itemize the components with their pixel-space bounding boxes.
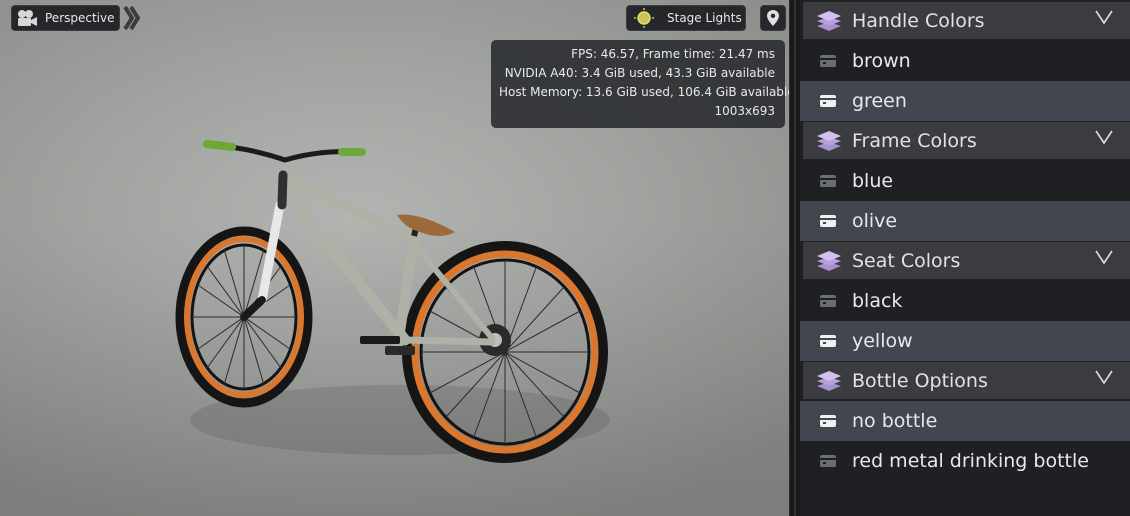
variant-icon xyxy=(820,175,836,187)
splitter-handle[interactable] xyxy=(794,0,796,516)
option-row-blue[interactable]: blue xyxy=(800,161,1130,201)
option-row-yellow[interactable]: yellow xyxy=(800,321,1130,361)
resolution-stat: 1003x693 xyxy=(714,104,775,118)
chevron-down-icon[interactable] xyxy=(1095,10,1113,24)
layers-icon xyxy=(817,10,841,31)
camera-perspective-label: Perspective xyxy=(45,11,115,25)
camera-icon xyxy=(18,10,37,26)
option-row-green[interactable]: green xyxy=(800,81,1130,121)
double-chevron-right-icon xyxy=(123,5,140,31)
map-pin-icon xyxy=(767,10,779,26)
expand-toolbar-button[interactable] xyxy=(122,5,142,31)
option-label: brown xyxy=(852,50,911,72)
option-label: no bottle xyxy=(852,410,938,432)
stage-lights-label: Stage Lights xyxy=(667,11,742,25)
chevron-down-icon[interactable] xyxy=(1095,370,1113,384)
3d-viewport[interactable]: Perspective Stage Lights FPS: 46.57, Fra… xyxy=(0,0,789,516)
sun-icon xyxy=(634,8,654,28)
option-label: red metal drinking bottle xyxy=(852,450,1089,472)
variant-options-panel: Handle Colors brown green Frame Colors b… xyxy=(800,0,1130,516)
layers-icon xyxy=(817,370,841,391)
group-title: Handle Colors xyxy=(852,9,985,32)
layers-icon xyxy=(817,130,841,151)
variant-icon xyxy=(820,295,836,307)
camera-perspective-button[interactable]: Perspective xyxy=(11,5,120,31)
performance-stats-overlay: FPS: 46.57, Frame time: 21.47 ms NVIDIA … xyxy=(491,40,789,128)
variant-icon xyxy=(820,455,836,467)
location-pin-button[interactable] xyxy=(760,5,786,31)
host-memory-stat: Host Memory: 13.6 GiB used, 106.4 GiB av… xyxy=(499,85,789,99)
group-title: Seat Colors xyxy=(852,249,961,272)
option-row-black[interactable]: black xyxy=(800,281,1130,321)
group-header-bottle-options[interactable]: Bottle Options xyxy=(803,362,1130,399)
option-label: blue xyxy=(852,170,894,192)
option-row-brown[interactable]: brown xyxy=(800,41,1130,81)
option-row-olive[interactable]: olive xyxy=(800,201,1130,241)
variant-icon xyxy=(820,215,836,227)
variant-icon xyxy=(820,95,836,107)
option-label: black xyxy=(852,290,903,312)
variant-icon xyxy=(820,335,836,347)
option-label: yellow xyxy=(852,330,913,352)
group-title: Bottle Options xyxy=(852,369,988,392)
group-title: Frame Colors xyxy=(852,129,977,152)
option-row-no-bottle[interactable]: no bottle xyxy=(800,401,1130,441)
panel-splitter[interactable] xyxy=(789,0,800,516)
gpu-memory-stat: NVIDIA A40: 3.4 GiB used, 43.3 GiB avail… xyxy=(504,66,775,80)
variant-icon xyxy=(820,55,836,67)
group-header-seat-colors[interactable]: Seat Colors xyxy=(803,242,1130,279)
option-row-red-metal-drinking-bottle[interactable]: red metal drinking bottle xyxy=(800,441,1130,481)
option-label: green xyxy=(852,90,907,112)
variant-icon xyxy=(820,415,836,427)
group-header-frame-colors[interactable]: Frame Colors xyxy=(803,122,1130,159)
option-label: olive xyxy=(852,210,898,232)
stage-lights-button[interactable]: Stage Lights xyxy=(626,5,746,31)
layers-icon xyxy=(817,250,841,271)
chevron-down-icon[interactable] xyxy=(1095,130,1113,144)
chevron-down-icon[interactable] xyxy=(1095,250,1113,264)
group-header-handle-colors[interactable]: Handle Colors xyxy=(803,2,1130,39)
fps-stat: FPS: 46.57, Frame time: 21.47 ms xyxy=(571,47,775,61)
